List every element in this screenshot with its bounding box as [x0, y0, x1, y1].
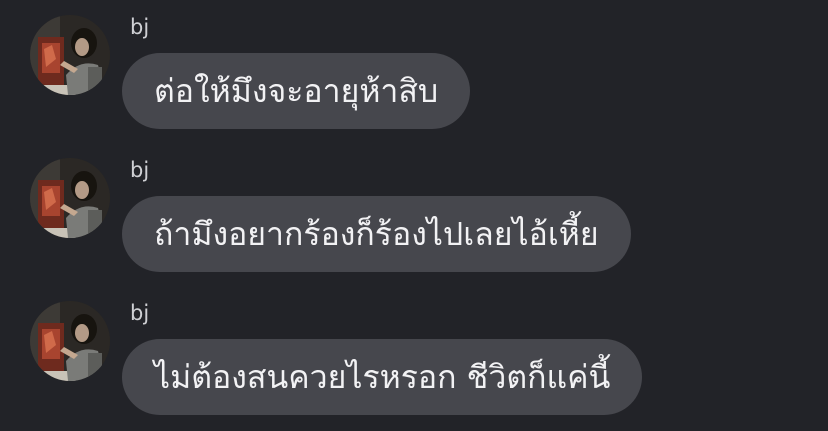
message-row: bj ไม่ต้องสนควยไรหรอก ชีวิตก็แค่นี้ [0, 286, 828, 416]
message-bubble[interactable]: ต่อให้มึงจะอายุห้าสิบ [122, 53, 471, 129]
message-bubble[interactable]: ไม่ต้องสนควยไรหรอก ชีวิตก็แค่นี้ [122, 339, 643, 415]
chat-thread: bj ต่อให้มึงจะอายุห้าสิบ bj ถ้ามึงอยากร้… [0, 0, 828, 431]
sender-name: bj [130, 158, 150, 182]
message-row: bj ถ้ามึงอยากร้องก็ร้องไปเลยไอ้เหี้ย [0, 143, 828, 273]
sender-name: bj [130, 301, 150, 325]
message-text: ถ้ามึงอยากร้องก็ร้องไปเลยไอ้เหี้ย [154, 215, 599, 253]
message-row: bj ต่อให้มึงจะอายุห้าสิบ [0, 0, 828, 130]
message-bubble[interactable]: ถ้ามึงอยากร้องก็ร้องไปเลยไอ้เหี้ย [122, 196, 631, 272]
message-text: ต่อให้มึงจะอายุห้าสิบ [154, 72, 439, 110]
message-text: ไม่ต้องสนควยไรหรอก ชีวิตก็แค่นี้ [154, 358, 611, 396]
user-avatar-icon[interactable] [30, 301, 110, 381]
user-avatar-icon[interactable] [30, 158, 110, 238]
sender-name: bj [130, 15, 150, 39]
user-avatar-icon[interactable] [30, 15, 110, 95]
